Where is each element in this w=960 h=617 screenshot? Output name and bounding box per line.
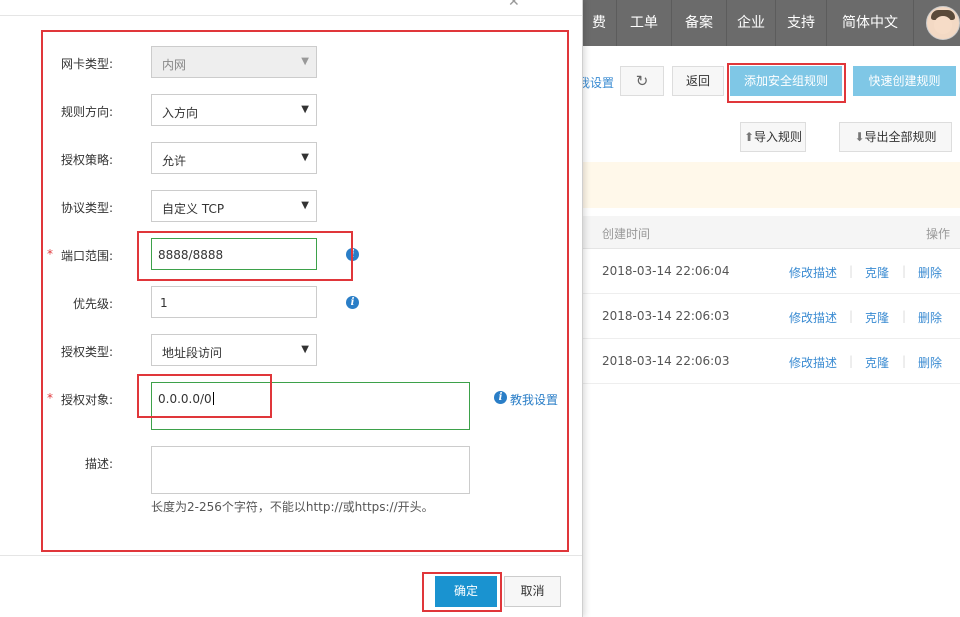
edit-description-link[interactable]: 修改描述 [789,309,837,326]
protocol-select[interactable]: 自定义 TCP ▼ [151,190,317,222]
direction-label: 规则方向: [60,105,113,119]
chevron-down-icon: ▼ [301,152,309,163]
table-row: 2018-03-14 22:06:03 修改描述 | 克隆 | 删除 [580,294,960,339]
policy-select[interactable]: 允许 ▼ [151,142,317,174]
description-hint: 长度为2-256个字符，不能以http://或https://开头。 [151,500,434,514]
nic-type-value: 内网 [162,58,187,72]
auth-type-select[interactable]: 地址段访问 ▼ [151,334,317,366]
auth-object-value: 0.0.0.0/0 [158,392,212,406]
nav-item-enterprise[interactable]: 企业 [727,0,775,46]
info-icon[interactable]: i [346,248,359,261]
chevron-down-icon: ▼ [301,56,309,67]
upload-icon: ⬆ [743,130,755,144]
clone-link[interactable]: 克隆 [865,354,889,371]
port-range-label: 端口范围: [47,247,113,264]
edit-description-link[interactable]: 修改描述 [789,354,837,371]
protocol-label: 协议类型: [60,201,113,215]
teach-me-link[interactable]: 教我设置 [510,391,558,408]
quick-create-rule-button[interactable]: 快速创建规则 [853,66,956,96]
table-row: 2018-03-14 22:06:03 修改描述 | 克隆 | 删除 [580,339,960,384]
back-button[interactable]: 返回 [672,66,724,96]
notice-banner [580,162,960,208]
row-created-time: 2018-03-14 22:06:03 [602,354,730,368]
row-created-time: 2018-03-14 22:06:03 [602,309,730,323]
nav-item-tickets[interactable]: 工单 [617,0,671,46]
top-navigation-bar: 费用 工单 备案 企业 支持 简体中文 [580,0,960,46]
port-range-value: 8888/8888 [158,248,224,262]
user-avatar[interactable] [926,6,960,40]
protocol-value: 自定义 TCP [162,202,225,216]
nav-item-fees[interactable]: 费用 [580,0,606,46]
delete-link[interactable]: 删除 [918,264,942,281]
close-icon[interactable]: ✕ [508,0,520,10]
clone-link[interactable]: 克隆 [865,309,889,326]
nic-type-select: 内网 ▼ [151,46,317,78]
text-cursor [212,392,214,405]
port-range-input[interactable]: 8888/8888 [151,238,317,270]
priority-input[interactable]: 1 [151,286,317,318]
chevron-down-icon: ▼ [301,344,309,355]
auth-object-text: 0.0.0.0/0 [158,392,214,406]
clone-link[interactable]: 克隆 [865,264,889,281]
delete-link[interactable]: 删除 [918,354,942,371]
info-icon[interactable]: i [346,296,359,309]
nic-type-label: 网卡类型: [60,57,113,71]
refresh-icon: ↻ [635,72,649,90]
auth-object-label: 授权对象: [47,391,113,408]
nav-item-language[interactable]: 简体中文 [827,0,913,46]
table-row: 2018-03-14 22:06:04 修改描述 | 克隆 | 删除 [580,249,960,294]
security-group-toolbar: 教我设置 ↻ 返回 添加安全组规则 快速创建规则 [566,46,960,119]
add-rule-dialog: ✕ 网卡类型: 内网 ▼ 规则方向: 入方向 ▼ 授权策略: 允许 ▼ 协议类型… [0,0,583,617]
export-all-rules-button[interactable]: ⬇导出全部规则 [839,122,952,152]
description-textarea[interactable] [151,446,470,494]
header-actions: 操作 [926,227,951,241]
priority-value: 1 [160,296,168,310]
nav-item-filing[interactable]: 备案 [672,0,726,46]
info-icon: i [494,391,507,404]
delete-link[interactable]: 删除 [918,309,942,326]
auth-type-value: 地址段访问 [162,346,223,360]
import-export-bar: ⬆导入规则 ⬇导出全部规则 [580,118,960,163]
chevron-down-icon: ▼ [301,104,309,115]
direction-value: 入方向 [162,106,199,120]
import-rules-label: 导入规则 [754,130,803,144]
confirm-button[interactable]: 确定 [435,576,497,607]
import-rules-button[interactable]: ⬆导入规则 [740,122,806,152]
nav-item-support[interactable]: 支持 [776,0,826,46]
row-created-time: 2018-03-14 22:06:04 [602,264,730,278]
export-all-rules-label: 导出全部规则 [864,130,937,144]
add-security-group-rule-button[interactable]: 添加安全组规则 [730,66,842,96]
header-created-time: 创建时间 [602,227,651,241]
auth-type-label: 授权类型: [60,345,113,359]
download-icon: ⬇ [854,130,865,144]
rules-table-header: 创建时间 操作 [580,216,960,249]
cancel-button[interactable]: 取消 [504,576,561,607]
direction-select[interactable]: 入方向 ▼ [151,94,317,126]
policy-value: 允许 [162,154,187,168]
policy-label: 授权策略: [60,153,113,167]
refresh-button[interactable]: ↻ [620,66,664,96]
auth-object-input[interactable]: 0.0.0.0/0 [151,382,470,430]
chevron-down-icon: ▼ [301,200,309,211]
description-label: 描述: [84,457,113,471]
priority-label: 优先级: [72,297,113,311]
edit-description-link[interactable]: 修改描述 [789,264,837,281]
